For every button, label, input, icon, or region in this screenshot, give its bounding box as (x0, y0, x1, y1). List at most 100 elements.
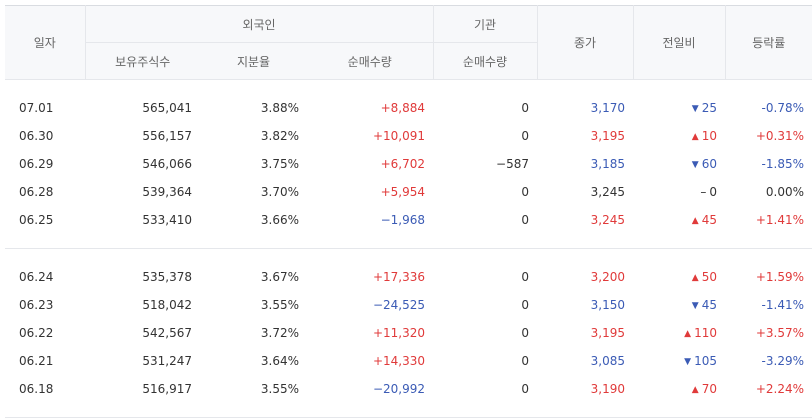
inst-net-cell: 0 (521, 326, 529, 340)
date-cell: 06.25 (19, 213, 54, 227)
rate-cell: +1.59% (755, 270, 804, 284)
foreign-net-cell: +17,336 (372, 270, 425, 284)
rate-cell: -1.85% (761, 157, 804, 171)
header-foreign-net: 순매수량 (307, 42, 433, 80)
foreign-net-cell: +5,954 (380, 185, 425, 199)
inst-net-cell: 0 (521, 213, 529, 227)
space-row (5, 80, 812, 95)
ratio-cell: 3.70% (260, 185, 299, 199)
date-cell: 06.28 (19, 185, 54, 199)
ratio-cell: 3.88% (260, 101, 299, 115)
change-value: 70 (701, 382, 717, 396)
inst-net-cell: 0 (521, 129, 529, 143)
rate-cell: -0.78% (761, 101, 804, 115)
table-row: 06.30 556,157 3.82% +10,091 0 3,195 ▲ 10 +0.31% (5, 122, 812, 150)
triangle-down-icon: ▼ (691, 301, 699, 311)
foreign-net-cell: +14,330 (372, 354, 425, 368)
space-cell (5, 234, 812, 248)
rate-cell: -1.41% (761, 298, 804, 312)
foreign-net-cell: +6,702 (380, 157, 425, 171)
rate-cell: +1.41% (755, 213, 804, 227)
table-row: 06.28 539,364 3.70% +5,954 0 3,245–0 0.00% (5, 178, 812, 206)
close-cell: 3,170 (590, 101, 625, 115)
sep-cell (5, 417, 812, 418)
space-row (5, 249, 812, 264)
space-row (5, 234, 812, 248)
inst-net-cell: 0 (521, 101, 529, 115)
change-cell: ▼ 60 (633, 150, 725, 178)
foreign-net-cell: +8,884 (380, 101, 425, 115)
sep-row (5, 417, 812, 418)
space-row (5, 403, 812, 417)
header-foreign-group: 외국인 (84, 5, 433, 43)
close-cell: 3,245 (590, 185, 625, 199)
change-cell: ▲ 10 (633, 122, 725, 150)
change-value: 45 (701, 298, 717, 312)
inst-net-cell: 0 (521, 270, 529, 284)
date-cell: 06.18 (19, 382, 54, 396)
change-cell: ▼ 25 (633, 94, 725, 122)
foreign-net-cell: −24,525 (372, 298, 425, 312)
change-cell: ▲ 45 (633, 206, 725, 234)
triangle-down-icon: ▼ (691, 160, 699, 170)
header-date: 일자 (5, 5, 85, 80)
header-foreign-ratio: 지분율 (200, 42, 307, 80)
space-cell (5, 80, 812, 95)
close-cell: 3,195 (590, 326, 625, 340)
change-cell: ▲ 110 (633, 319, 725, 347)
foreign-net-cell: +11,320 (372, 326, 425, 340)
close-cell: 3,245 (590, 213, 625, 227)
table-row: 06.18 516,917 3.55% −20,992 0 3,190 ▲ 70 +2.24% (5, 375, 812, 403)
ratio-cell: 3.55% (260, 382, 299, 396)
investor-trading-table: 일자 외국인 기관 종가 전일비 등락률 보유주식수 지분율 순매수량 순매수량… (5, 5, 812, 418)
ratio-cell: 3.67% (260, 270, 299, 284)
header-inst-net: 순매수량 (432, 42, 537, 80)
change-value: 45 (701, 213, 717, 227)
date-cell: 07.01 (19, 101, 54, 115)
change-cell: –0 (633, 178, 725, 206)
triangle-up-icon: ▲ (691, 132, 699, 142)
header-inst-group: 기관 (432, 5, 537, 43)
table-body: 07.01 565,041 3.88% +8,884 0 3,170 ▼ 25 -0.78% 06… (5, 80, 812, 418)
holdings-cell: 565,041 (142, 101, 192, 115)
table-row: 06.25 533,410 3.66% −1,968 0 3,245 ▲ 45 +1.41% (5, 206, 812, 234)
change-value: 10 (701, 129, 717, 143)
trading-table: 일자 외국인 기관 종가 전일비 등락률 보유주식수 지분율 순매수량 순매수량… (5, 5, 812, 418)
holdings-cell: 546,066 (142, 157, 192, 171)
inst-net-cell: −587 (496, 157, 529, 171)
triangle-up-icon: ▲ (691, 273, 699, 283)
date-cell: 06.24 (19, 270, 54, 284)
close-cell: 3,195 (590, 129, 625, 143)
space-cell (5, 249, 812, 264)
table-row: 07.01 565,041 3.88% +8,884 0 3,170 ▼ 25 -0.78% (5, 94, 812, 122)
rate-cell: +0.31% (755, 129, 804, 143)
ratio-cell: 3.55% (260, 298, 299, 312)
foreign-net-cell: −1,968 (380, 213, 425, 227)
date-cell: 06.30 (19, 129, 54, 143)
close-cell: 3,150 (590, 298, 625, 312)
foreign-net-cell: −20,992 (372, 382, 425, 396)
date-cell: 06.29 (19, 157, 54, 171)
inst-net-cell: 0 (521, 354, 529, 368)
close-cell: 3,085 (590, 354, 625, 368)
ratio-cell: 3.82% (260, 129, 299, 143)
table-row: 06.23 518,042 3.55% −24,525 0 3,150 ▼ 45 -1.41% (5, 291, 812, 319)
change-cell: ▲ 50 (633, 263, 725, 291)
header-change: 전일비 (632, 5, 725, 80)
triangle-up-icon: ▲ (691, 216, 699, 226)
holdings-cell: 556,157 (142, 129, 192, 143)
header-foreign-holdings: 보유주식수 (84, 42, 200, 80)
triangle-down-icon: ▼ (691, 104, 699, 114)
table-row: 06.21 531,247 3.64% +14,330 0 3,085 ▼ 105 -3.29% (5, 347, 812, 375)
space-cell (5, 403, 812, 417)
change-value: 60 (701, 157, 717, 171)
table-row: 06.24 535,378 3.67% +17,336 0 3,200 ▲ 50 +1.59% (5, 263, 812, 291)
holdings-cell: 533,410 (142, 213, 192, 227)
close-cell: 3,190 (590, 382, 625, 396)
triangle-up-icon: ▲ (684, 329, 692, 339)
close-cell: 3,185 (590, 157, 625, 171)
inst-net-cell: 0 (521, 298, 529, 312)
holdings-cell: 542,567 (142, 326, 192, 340)
holdings-cell: 531,247 (142, 354, 192, 368)
rate-cell: -3.29% (761, 354, 804, 368)
